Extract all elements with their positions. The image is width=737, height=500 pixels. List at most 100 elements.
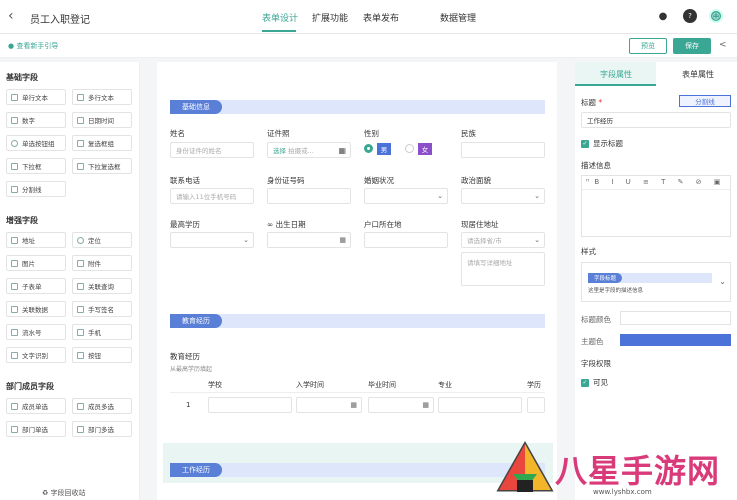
field-label: 成员多选 — [88, 403, 114, 411]
major-cell-input[interactable] — [438, 397, 522, 413]
tab-extensions[interactable]: 扩展功能 — [312, 11, 348, 24]
hukou-input[interactable] — [364, 232, 448, 248]
phone-label: 联系电话 — [170, 176, 200, 185]
editor-toolbar[interactable]: ᴴB I U ≡ T ✎ ⊘ ▣ — [582, 176, 730, 190]
chevron-down-icon: ⌄ — [534, 192, 540, 200]
desc-rich-editor[interactable]: ᴴB I U ≡ T ✎ ⊘ ▣ — [581, 175, 731, 237]
field-label: 子表单 — [22, 283, 42, 291]
chevron-down-icon: ⌄ — [437, 192, 443, 200]
section-work-experience[interactable]: 工作经历 — [170, 463, 545, 477]
style-label: 样式 — [581, 247, 596, 256]
field-label: 单行文本 — [22, 94, 48, 102]
title-color-picker[interactable] — [620, 311, 731, 325]
idphoto-upload[interactable]: 选择 拍摄或... ▦ — [267, 142, 351, 158]
entry-date-cell[interactable]: ▦ — [296, 397, 362, 413]
style-select[interactable]: 字段标题 这里是字段的描述信息 ⌄ — [581, 262, 731, 302]
help-icon[interactable]: ? — [683, 9, 697, 23]
field-dropdown-multi[interactable]: 下拉复选框 — [72, 158, 132, 174]
theme-color-swatch[interactable] — [620, 334, 731, 346]
tab-form-props[interactable]: 表单属性 — [682, 69, 714, 80]
name-placeholder: 身份证件的姓名 — [176, 147, 222, 155]
bell-icon[interactable]: ● — [656, 9, 670, 23]
share-icon[interactable]: < — [719, 40, 727, 50]
gender-male-radio[interactable] — [364, 144, 373, 153]
field-member-single[interactable]: 成员单选 — [6, 398, 66, 414]
field-linked-data[interactable]: 关联数据 — [6, 301, 66, 317]
format-icons: ᴴB I U ≡ T ✎ ⊘ ▣ — [586, 178, 726, 186]
field-label: 单选按钮组 — [22, 140, 55, 148]
school-cell-input[interactable] — [208, 397, 292, 413]
ethnic-label: 民族 — [461, 129, 476, 138]
field-dept-single[interactable]: 部门单选 — [6, 421, 66, 437]
field-dropdown[interactable]: 下拉框 — [6, 158, 66, 174]
paragraph-icon — [77, 93, 84, 101]
idphoto-hint: 拍摄或... — [288, 147, 314, 155]
phone-input[interactable]: 请输入11位手机号码 — [170, 188, 254, 204]
field-attachment[interactable]: 附件 — [72, 255, 132, 271]
field-mobile[interactable]: 手机 — [72, 324, 132, 340]
field-single-text[interactable]: 单行文本 — [6, 89, 66, 105]
tab-form-design[interactable]: 表单设计 — [262, 11, 298, 24]
name-input[interactable]: 身份证件的姓名 — [170, 142, 254, 158]
title-input[interactable]: 工作经历 — [581, 112, 731, 128]
show-title-checkbox[interactable]: ✓ 显示标题 — [581, 138, 623, 149]
phone-icon — [77, 328, 84, 336]
text-icon — [11, 93, 18, 101]
guide-link[interactable]: ● 查看新手引导 — [8, 41, 58, 51]
section-title: 基础信息 — [170, 100, 222, 114]
field-divider[interactable]: 分割线 — [6, 181, 66, 197]
field-label: 日期时间 — [88, 117, 114, 125]
visible-checkbox[interactable]: ✓ 可见 — [581, 377, 608, 388]
section-title: 工作经历 — [170, 463, 222, 477]
style-preview-bar: 字段标题 — [588, 273, 712, 283]
recycle-bin-link[interactable]: ♻ 字段回收站 — [42, 488, 86, 498]
ethnic-input[interactable] — [461, 142, 545, 158]
field-geolocation[interactable]: 定位 — [72, 232, 132, 248]
preview-button[interactable]: 预览 — [629, 38, 667, 54]
field-label: 流水号 — [22, 329, 42, 337]
address-region-select[interactable]: 请选择省/市 ⌄ — [461, 232, 545, 248]
field-linked-query[interactable]: 关联查询 — [72, 278, 132, 294]
save-button[interactable]: 保存 — [673, 38, 711, 54]
edu-select[interactable]: ⌄ — [170, 232, 254, 248]
field-address[interactable]: 地址 — [6, 232, 66, 248]
gender-label: 性别 — [364, 129, 379, 138]
field-member-multi[interactable]: 成员多选 — [72, 398, 132, 414]
avatar[interactable]: ☺ — [709, 9, 723, 23]
checkbox-icon — [77, 139, 84, 147]
field-subform[interactable]: 子表单 — [6, 278, 66, 294]
field-datetime[interactable]: 日期时间 — [72, 112, 132, 128]
field-button[interactable]: 按钮 — [72, 347, 132, 363]
grad-date-cell[interactable]: ▦ — [368, 397, 434, 413]
field-label: 多行文本 — [88, 94, 114, 102]
degree-cell-input[interactable] — [527, 397, 545, 413]
field-radio-group[interactable]: 单选按钮组 — [6, 135, 66, 151]
field-checkbox-group[interactable]: 复选框组 — [72, 135, 132, 151]
chevron-down-icon: ⌄ — [719, 277, 726, 286]
idnum-input[interactable] — [267, 188, 351, 204]
address-detail-textarea[interactable]: 请填写详细地址 — [461, 252, 545, 286]
edu-label: 最高学历 — [170, 220, 200, 229]
field-number[interactable]: 数字 — [6, 112, 66, 128]
field-multi-text[interactable]: 多行文本 — [72, 89, 132, 105]
tab-publish[interactable]: 表单发布 — [363, 11, 399, 24]
field-ocr[interactable]: 文字识别 — [6, 347, 66, 363]
tab-data-manage[interactable]: 数据管理 — [440, 11, 476, 24]
field-signature[interactable]: 手写签名 — [72, 301, 132, 317]
check-icon: ✓ — [581, 379, 589, 387]
field-image[interactable]: 图片 — [6, 255, 66, 271]
org-multi-icon — [77, 425, 84, 433]
marital-select[interactable]: ⌄ — [364, 188, 448, 204]
political-select[interactable]: ⌄ — [461, 188, 545, 204]
section-basic-info[interactable]: 基础信息 — [170, 100, 545, 114]
edu-subform-label: 教育经历 — [170, 352, 200, 361]
birth-date-input[interactable]: ▦ — [267, 232, 351, 248]
field-dept-multi[interactable]: 部门多选 — [72, 421, 132, 437]
gender-female-tag: 女 — [418, 143, 432, 155]
desc-label: 描述信息 — [581, 161, 611, 170]
section-education[interactable]: 教育经历 — [170, 314, 545, 328]
gender-female-radio[interactable] — [405, 144, 414, 153]
field-serial-number[interactable]: 流水号 — [6, 324, 66, 340]
divider-type-button[interactable]: 分割线 — [679, 95, 731, 107]
back-arrow-icon[interactable]: ‹ — [8, 8, 14, 24]
